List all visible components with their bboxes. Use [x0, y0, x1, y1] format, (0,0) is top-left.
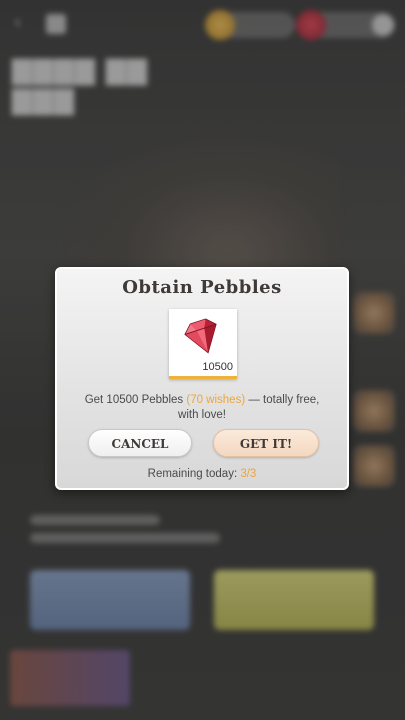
- item-quantity: 10500: [202, 361, 233, 373]
- reward-description: Get 10500 Pebbles (70 wishes) — totally …: [77, 393, 327, 423]
- description-highlight: (70 wishes): [186, 394, 246, 406]
- remaining-label: Remaining today:: [147, 468, 241, 480]
- reward-item-tile: 10500: [169, 309, 237, 379]
- obtain-pebbles-dialog: Obtain Pebbles 10500 Get 10500 Pebbles (…: [55, 267, 349, 490]
- remaining-count: 3/3: [240, 468, 257, 480]
- remaining-today: Remaining today: 3/3: [57, 468, 347, 480]
- description-prefix: Get 10500 Pebbles: [84, 394, 187, 406]
- get-it-button[interactable]: GET IT!: [213, 429, 319, 457]
- cancel-button[interactable]: CANCEL: [88, 429, 192, 457]
- game-screen: ‹ ▇▇▇▇ ▇▇ ▇▇▇ Obtain Pebbles 10500 Get 1…: [0, 0, 405, 720]
- dialog-title: Obtain Pebbles: [122, 277, 282, 298]
- ruby-gem-icon: [184, 318, 217, 354]
